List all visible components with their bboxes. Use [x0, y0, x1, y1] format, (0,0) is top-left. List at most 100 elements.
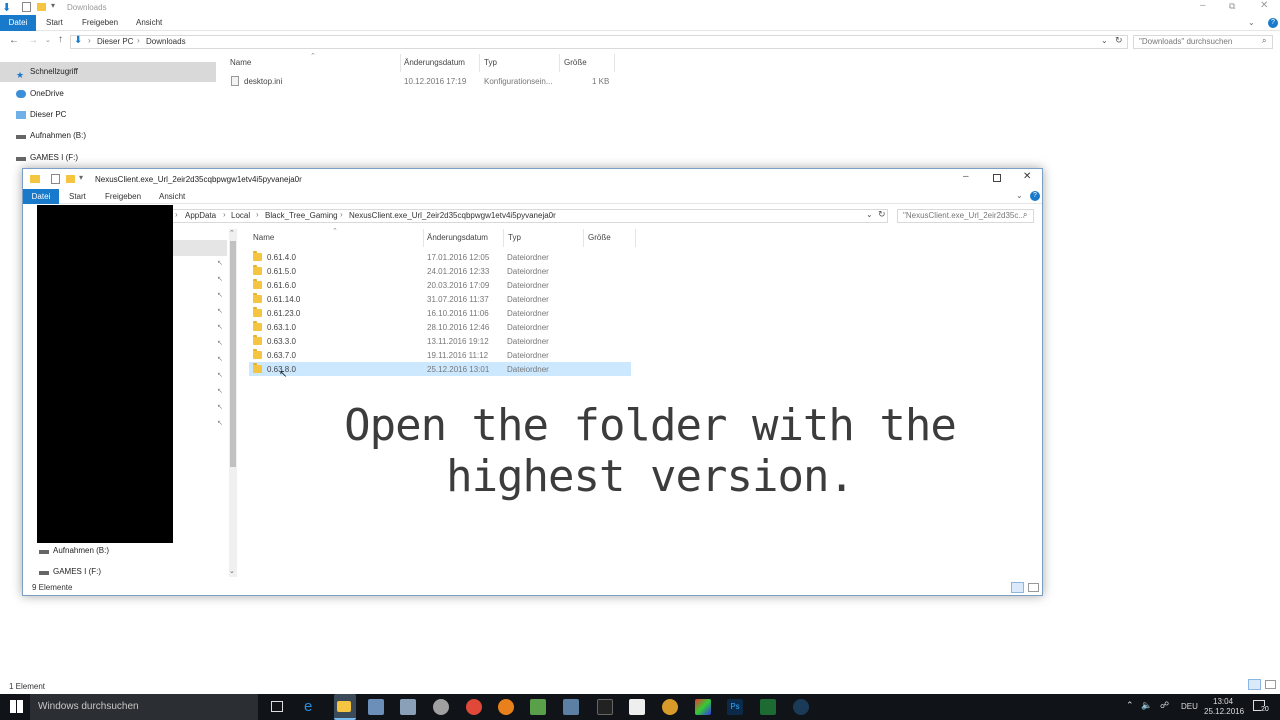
tab-ansicht[interactable]: Ansicht — [128, 15, 170, 31]
large-icons-view-icon[interactable] — [1028, 583, 1039, 592]
pin-icon[interactable]: ↖ — [217, 371, 223, 379]
steam-icon[interactable] — [793, 699, 809, 715]
clock-date[interactable]: 25.12.2016 — [1204, 707, 1244, 716]
app-icon[interactable] — [760, 699, 776, 715]
scroll-up-icon[interactable]: ⌃ — [229, 229, 235, 237]
folder-row-selected[interactable]: 0.63.8.0 25.12.2016 13:01 Dateiordner — [249, 362, 631, 376]
app-icon[interactable] — [368, 699, 384, 715]
folder-row[interactable]: 0.63.1.0 28.10.2016 12:46 Dateiordner — [249, 320, 631, 334]
help-icon[interactable]: ? — [1030, 191, 1040, 201]
task-view-icon[interactable] — [271, 701, 283, 712]
app-icon[interactable] — [530, 699, 546, 715]
app-icon[interactable] — [563, 699, 579, 715]
forward-icon[interactable]: → — [28, 35, 38, 46]
pin-icon[interactable]: ↖ — [217, 275, 223, 283]
nav-schnellzugriff[interactable]: ★ Schnellzugriff — [0, 62, 216, 82]
up-icon[interactable]: ↑ — [58, 34, 63, 45]
pin-icon[interactable]: ↖ — [217, 387, 223, 395]
nav-games[interactable]: GAMES I (F:) — [23, 562, 223, 582]
chrome-icon[interactable] — [466, 699, 482, 715]
nav-games[interactable]: GAMES I (F:) — [0, 148, 216, 168]
qat-dropdown-icon[interactable]: ▾ — [51, 1, 55, 10]
bg-search-box[interactable]: "Downloads" durchsuchen ⌕ — [1133, 35, 1273, 49]
folder-row[interactable]: 0.61.4.0 17.01.2016 12:05 Dateiordner — [249, 250, 631, 264]
pin-icon[interactable]: ↖ — [217, 259, 223, 267]
properties-icon[interactable] — [51, 174, 60, 184]
large-icons-view-icon[interactable] — [1265, 680, 1276, 689]
firefox-icon[interactable] — [498, 699, 514, 715]
details-view-icon[interactable] — [1248, 679, 1261, 690]
show-hidden-icons[interactable]: ⌃ — [1126, 700, 1134, 711]
dialog-search-box[interactable]: "NexusClient.exe_Url_2eir2d35c... ⌕ — [897, 209, 1034, 223]
refresh-icon[interactable]: ↻ — [878, 209, 886, 220]
scroll-thumb[interactable] — [230, 241, 236, 467]
address-dropdown-icon[interactable]: ⌄ — [866, 210, 873, 219]
dialog-address-bar[interactable]: › AppData › Local › Black_Tree_Gaming › … — [168, 209, 888, 223]
folder-icon[interactable] — [37, 3, 46, 11]
column-date[interactable]: Änderungsdatum — [427, 233, 488, 242]
close-button[interactable]: ✕ — [1023, 171, 1031, 182]
ribbon-expand-icon[interactable]: ⌄ — [1016, 191, 1023, 200]
folder-row[interactable]: 0.61.14.0 31.07.2016 11:37 Dateiordner — [249, 292, 631, 306]
column-type[interactable]: Typ — [508, 233, 521, 242]
app-icon[interactable] — [597, 699, 613, 715]
bg-address-bar[interactable]: ⬇ › Dieser PC › Downloads ⌄ ↻ — [70, 35, 1128, 49]
clock-time[interactable]: 13:04 — [1213, 697, 1233, 706]
app-icon[interactable] — [695, 699, 711, 715]
pin-icon[interactable]: ↖ — [217, 419, 223, 427]
close-button[interactable]: ✕ — [1260, 0, 1268, 11]
windows-start-icon[interactable] — [10, 700, 23, 713]
qat-dropdown-icon[interactable]: ▾ — [79, 173, 83, 182]
nav-scrollbar[interactable]: ⌃ ⌄ — [229, 229, 237, 577]
pin-icon[interactable]: ↖ — [217, 339, 223, 347]
pin-icon[interactable]: ↖ — [217, 323, 223, 331]
folder-row[interactable]: 0.61.5.0 24.01.2016 12:33 Dateiordner — [249, 264, 631, 278]
pin-icon[interactable]: ↖ — [217, 307, 223, 315]
folder-row[interactable]: 0.61.6.0 20.03.2016 17:09 Dateiordner — [249, 278, 631, 292]
new-folder-icon[interactable] — [66, 175, 75, 183]
column-size[interactable]: Größe — [588, 233, 611, 242]
column-name[interactable]: Name — [253, 233, 274, 242]
tab-freigeben[interactable]: Freigeben — [74, 15, 126, 31]
photoshop-icon[interactable]: Ps — [727, 699, 743, 715]
breadcrumb-downloads[interactable]: Downloads — [146, 36, 186, 48]
folder-row[interactable]: 0.61.23.0 16.10.2016 11:06 Dateiordner — [249, 306, 631, 320]
tab-datei[interactable]: Datei — [0, 15, 36, 31]
column-type[interactable]: Typ — [484, 58, 497, 67]
folder-app-icon[interactable] — [337, 701, 351, 712]
refresh-icon[interactable]: ↻ — [1115, 35, 1123, 46]
breadcrumb-appdata[interactable]: AppData — [185, 210, 216, 222]
app-icon[interactable] — [400, 699, 416, 715]
breadcrumb-nexusclient[interactable]: NexusClient.exe_Url_2eir2d35cqbpwgw1etv4… — [349, 210, 556, 222]
tab-freigeben[interactable]: Freigeben — [97, 189, 149, 204]
folder-row[interactable]: 0.63.7.0 19.11.2016 11:12 Dateiordner — [249, 348, 631, 362]
maximize-button[interactable] — [993, 174, 1001, 182]
volume-icon[interactable]: 🔈 — [1141, 700, 1152, 711]
scroll-down-icon[interactable]: ⌄ — [229, 567, 235, 575]
minimize-button[interactable]: – — [1200, 0, 1206, 11]
minimize-button[interactable]: – — [963, 171, 969, 182]
back-icon[interactable]: ← — [9, 35, 19, 46]
breadcrumb-black-tree-gaming[interactable]: Black_Tree_Gaming — [265, 210, 338, 222]
details-view-icon[interactable] — [1011, 582, 1024, 593]
tab-datei[interactable]: Datei — [23, 189, 59, 204]
column-size[interactable]: Größe — [564, 58, 587, 67]
tab-start[interactable]: Start — [61, 189, 94, 204]
pin-icon[interactable]: ↖ — [217, 291, 223, 299]
recent-dropdown-icon[interactable]: ⌄ — [45, 36, 51, 44]
network-icon[interactable]: ☍ — [1160, 700, 1169, 711]
properties-icon[interactable] — [22, 2, 31, 12]
file-row[interactable]: desktop.ini 10.12.2016 17:19 Konfigurati… — [228, 74, 618, 88]
tab-ansicht[interactable]: Ansicht — [151, 189, 193, 204]
address-dropdown-icon[interactable]: ⌄ — [1101, 36, 1108, 45]
ribbon-expand-icon[interactable]: ⌄ — [1248, 18, 1255, 27]
pin-icon[interactable]: ↖ — [217, 355, 223, 363]
pin-icon[interactable]: ↖ — [217, 403, 223, 411]
nav-aufnahmen[interactable]: Aufnahmen (B:) — [0, 126, 216, 146]
breadcrumb-local[interactable]: Local — [231, 210, 250, 222]
tab-start[interactable]: Start — [38, 15, 71, 31]
column-date[interactable]: Änderungsdatum — [404, 58, 465, 67]
breadcrumb-dieser-pc[interactable]: Dieser PC — [97, 36, 133, 48]
edge-icon[interactable]: e — [304, 699, 320, 715]
taskbar-search-box[interactable]: Windows durchsuchen — [30, 694, 258, 720]
